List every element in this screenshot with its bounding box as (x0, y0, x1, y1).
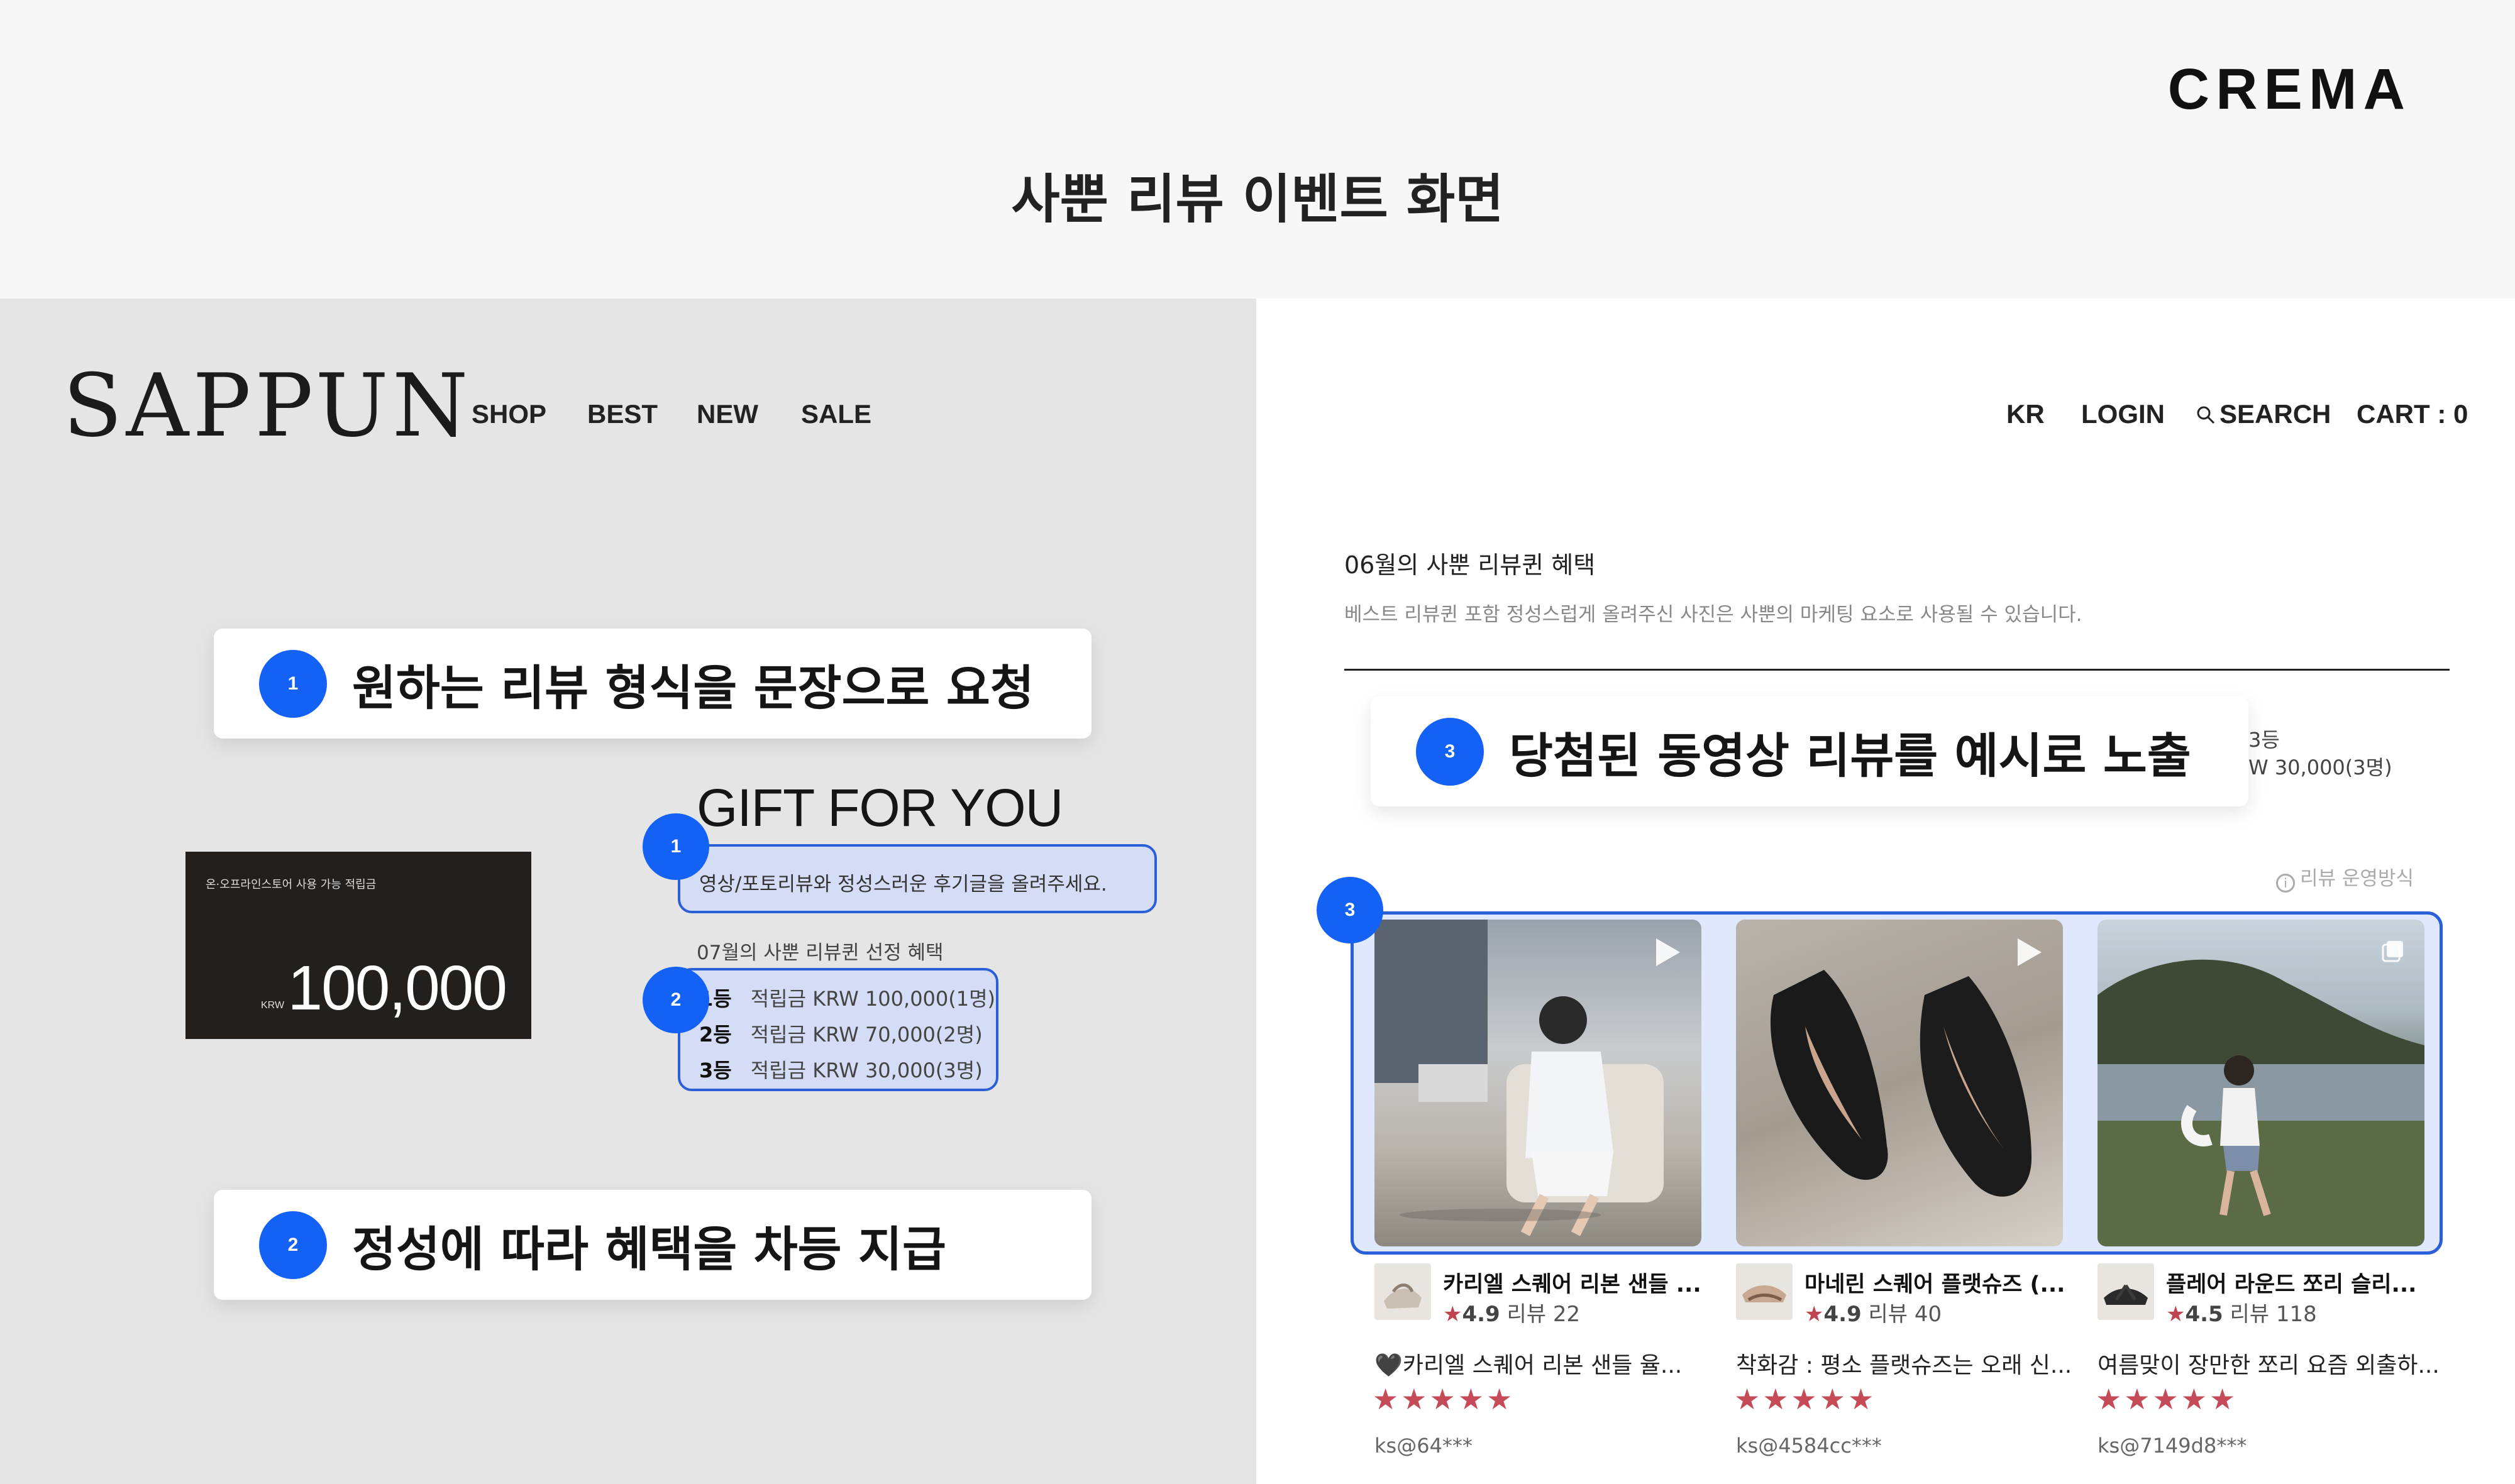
callout-1-text: 원하는 리뷰 형식을 문장으로 요청 (352, 659, 1034, 716)
review-count: 리뷰 118 (2230, 1302, 2317, 1327)
nav-new[interactable]: NEW (697, 399, 758, 429)
review-text-3[interactable]: 여름맞이 장만한 쪼리 요즘 외출하... (2098, 1347, 2440, 1380)
nav-sale[interactable]: SALE (801, 399, 871, 429)
reward-card-amount: 100,000 (287, 953, 507, 1023)
nav-shop[interactable]: SHOP (472, 399, 546, 429)
product-rating-3: ★4.5 리뷰 118 (2166, 1297, 2317, 1327)
gallery-icon (2382, 941, 2403, 962)
rank-row-1: 1등 적립금 KRW 100,000(1명) (699, 983, 995, 1012)
gift-title: GIFT FOR YOU (697, 778, 1063, 837)
callout-3-number: 3 (1416, 717, 1484, 786)
info-icon: i (2276, 874, 2295, 893)
rating-value: 4.9 (1823, 1302, 1862, 1327)
review-media-2[interactable] (1736, 920, 2063, 1246)
review-photo-1 (1374, 920, 1664, 1236)
callout-2-number: 2 (259, 1211, 327, 1279)
review-text-2[interactable]: 착화감 : 평소 플랫슈즈는 오래 신... (1736, 1347, 2072, 1380)
rating-value: 4.5 (2185, 1302, 2223, 1327)
review-count: 리뷰 40 (1868, 1302, 1942, 1327)
month-section-subtitle: 베스트 리뷰퀸 포함 정성스럽게 올려주신 사진은 사뿐의 마케팅 요소로 사용… (1344, 603, 2082, 626)
product-thumbnail-2[interactable] (1736, 1263, 1793, 1320)
rank-row-3: 3등 적립금 KRW 30,000(3명) (699, 1055, 983, 1084)
review-stars-1: ★★★★★ (1373, 1383, 1515, 1415)
rank-benefit: 적립금 KRW 100,000(1명) (750, 987, 996, 1011)
review-count: 리뷰 22 (1506, 1302, 1581, 1327)
partial-rank-benefit: W 30,000(3명) (2248, 756, 2392, 779)
rank-label: 3등 (699, 1058, 732, 1082)
rank-label: 2등 (699, 1023, 732, 1047)
review-policy-label: 리뷰 운영방식 (2300, 867, 2414, 890)
review-media-1[interactable] (1374, 920, 1701, 1246)
annotation-pin-1: 1 (643, 813, 709, 880)
nav-search[interactable]: SEARCH (2196, 399, 2331, 429)
reward-card-currency: KRW (261, 1000, 285, 1011)
gift-description-highlight: 영상/포토리뷰와 정성스러운 후기글을 올려주세요. (678, 844, 1157, 913)
callout-3: 3 당첨된 동영상 리뷰를 예시로 노출 (1371, 696, 2248, 806)
annotation-pin-2: 2 (643, 967, 709, 1033)
store-left-panel: SAPPUN SHOP BEST NEW SALE 온·오프라인스토어 사용 가… (0, 299, 1256, 1484)
review-photo-2 (1770, 970, 2031, 1197)
annotation-pin-3: 3 (1317, 877, 1383, 943)
callout-2: 2 정성에 따라 혜택을 차등 지급 (214, 1190, 1092, 1300)
nav-cart[interactable]: CART : 0 (2357, 399, 2468, 429)
rank-row-2: 2등 적립금 KRW 70,000(2명) (699, 1019, 983, 1048)
star-icon: ★ (1805, 1302, 1824, 1327)
reviewer-id-2: ks@4584cc*** (1736, 1434, 1882, 1458)
month-section-title: 06월의 사뿐 리뷰퀸 혜택 (1344, 551, 1596, 579)
rank-benefit-title: 07월의 사뿐 리뷰퀸 선정 혜택 (697, 942, 944, 964)
review-photo-3 (2098, 959, 2424, 1246)
reviewer-id-3: ks@7149d8*** (2098, 1434, 2247, 1458)
search-icon (2197, 406, 2215, 424)
review-policy-link[interactable]: i 리뷰 운영방식 (2276, 862, 2414, 893)
product-name-1[interactable]: 카리엘 스퀘어 리본 샌들 ... (1443, 1267, 1701, 1299)
play-icon (2018, 938, 2042, 966)
gift-description: 영상/포토리뷰와 정성스러운 후기글을 올려주세요. (699, 873, 1107, 896)
play-icon (1656, 938, 1680, 966)
review-media-3[interactable] (2098, 920, 2424, 1246)
reward-card: 온·오프라인스토어 사용 가능 적립금 KRW 100,000 (185, 852, 531, 1039)
review-stars-3: ★★★★★ (2096, 1383, 2238, 1415)
rank-benefit: 적립금 KRW 30,000(3명) (750, 1058, 983, 1082)
callout-1-number: 1 (259, 649, 327, 718)
section-divider (1344, 669, 2450, 671)
partial-rank-label: 3등 (2248, 728, 2280, 752)
rank-benefit: 적립금 KRW 70,000(2명) (750, 1023, 983, 1047)
partial-rank-info: 3등 W 30,000(3명) (2248, 726, 2392, 781)
rank-benefit-highlight: 1등 적립금 KRW 100,000(1명) 2등 적립금 KRW 70,000(2… (678, 968, 998, 1091)
nav-lang[interactable]: KR (2006, 399, 2045, 429)
product-name-3[interactable]: 플레어 라운드 쪼리 슬리... (2166, 1267, 2416, 1299)
callout-1: 1 원하는 리뷰 형식을 문장으로 요청 (214, 629, 1092, 739)
review-text-1[interactable]: 🖤카리엘 스퀘어 리본 샌들 율... (1374, 1347, 1682, 1380)
crema-logo: CREMA (2167, 57, 2411, 121)
star-icon: ★ (2166, 1302, 2186, 1327)
star-icon: ★ (1443, 1302, 1462, 1327)
store-right-panel: KR LOGIN SEARCH CART : 0 06월의 사뿐 리뷰퀸 혜택 … (1256, 299, 2515, 1484)
product-rating-1: ★4.9 리뷰 22 (1443, 1297, 1580, 1327)
sappun-logo[interactable]: SAPPUN (63, 355, 472, 456)
reward-card-label: 온·오프라인스토어 사용 가능 적립금 (206, 878, 377, 891)
nav-best[interactable]: BEST (587, 399, 658, 429)
review-stars-2: ★★★★★ (1734, 1383, 1877, 1415)
product-thumbnail-1[interactable] (1374, 1263, 1431, 1320)
header-band: CREMA 사뿐 리뷰 이벤트 화면 (0, 0, 2515, 299)
nav-login[interactable]: LOGIN (2081, 399, 2165, 429)
page-title: 사뿐 리뷰 이벤트 화면 (1011, 168, 1504, 230)
callout-2-text: 정성에 따라 혜택을 차등 지급 (352, 1221, 946, 1277)
product-rating-2: ★4.9 리뷰 40 (1805, 1297, 1942, 1327)
callout-3-text: 당첨된 동영상 리뷰를 예시로 노출 (1509, 727, 2191, 784)
product-thumbnail-3[interactable] (2098, 1263, 2154, 1320)
reviewer-id-1: ks@64*** (1374, 1434, 1473, 1458)
rating-value: 4.9 (1462, 1302, 1500, 1327)
nav-search-label: SEARCH (2219, 399, 2331, 429)
product-name-2[interactable]: 마네린 스퀘어 플랫슈즈 (... (1805, 1267, 2065, 1299)
